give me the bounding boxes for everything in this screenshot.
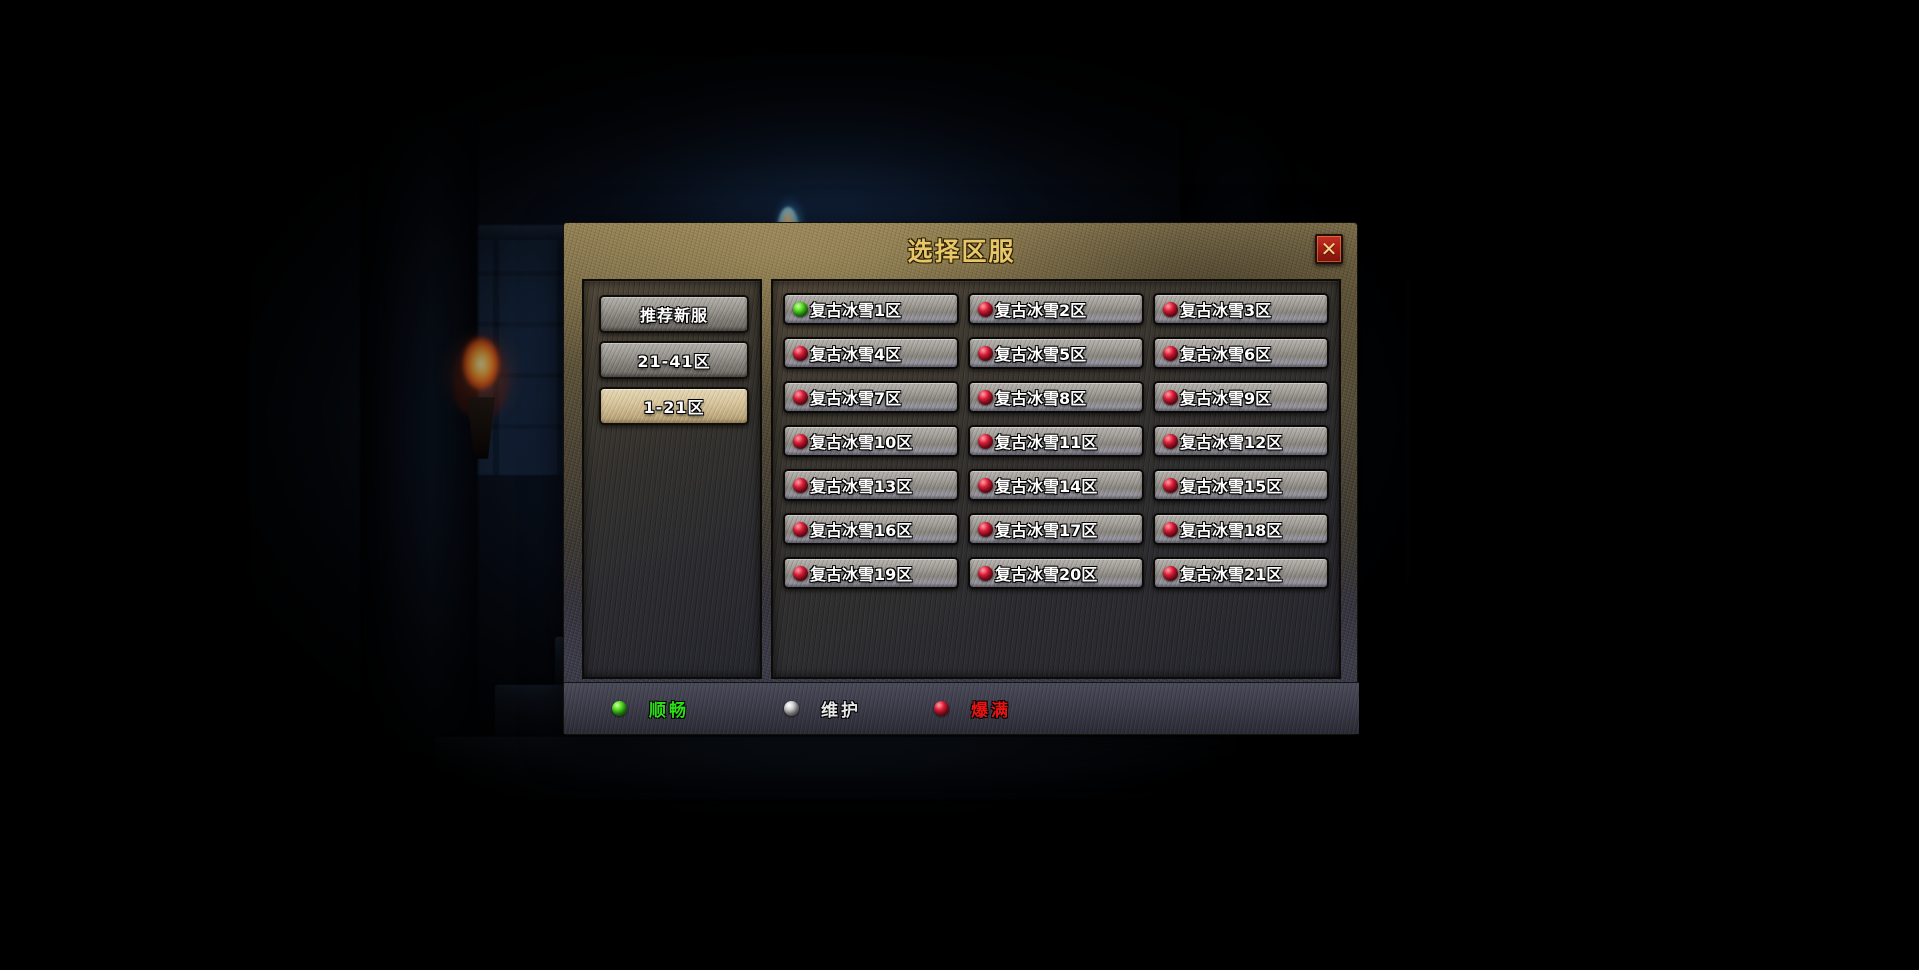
- status-dot-red-icon: [978, 521, 993, 537]
- server-name: 复古冰雪6区: [1180, 345, 1272, 364]
- server-name: 复古冰雪19区: [810, 565, 913, 584]
- status-dot-red-icon: [1163, 389, 1178, 405]
- server-button[interactable]: 复古冰雪1区: [783, 293, 959, 325]
- server-button[interactable]: 复古冰雪5区: [968, 337, 1144, 369]
- server-button[interactable]: 复古冰雪18区: [1153, 513, 1329, 545]
- legend-label: 维护: [821, 701, 861, 721]
- left-brazier: [421, 305, 541, 459]
- status-dot-red-icon: [793, 521, 808, 537]
- server-name: 复古冰雪15区: [1180, 477, 1283, 496]
- server-button[interactable]: 复古冰雪9区: [1153, 381, 1329, 413]
- server-button[interactable]: 复古冰雪20区: [968, 557, 1144, 589]
- status-dot-red-icon: [978, 433, 993, 449]
- status-dot-red-icon: [1163, 565, 1178, 581]
- server-name: 复古冰雪3区: [1180, 301, 1272, 320]
- server-name: 复古冰雪4区: [810, 345, 902, 364]
- sidebar-item-range-1-21[interactable]: 1-21区: [599, 387, 749, 425]
- server-name: 复古冰雪8区: [995, 389, 1087, 408]
- server-button[interactable]: 复古冰雪21区: [1153, 557, 1329, 589]
- legend-item: 顺畅: [612, 696, 689, 721]
- close-icon: ✕: [1320, 237, 1338, 261]
- server-name: 复古冰雪17区: [995, 521, 1098, 540]
- server-name: 复古冰雪20区: [995, 565, 1098, 584]
- server-button[interactable]: 复古冰雪15区: [1153, 469, 1329, 501]
- status-dot-red-icon: [1163, 345, 1178, 361]
- server-button[interactable]: 复古冰雪6区: [1153, 337, 1329, 369]
- server-button[interactable]: 复古冰雪14区: [968, 469, 1144, 501]
- sidebar-item-label: 21-41区: [637, 352, 711, 371]
- legend-item: 爆满: [934, 696, 1011, 721]
- server-name: 复古冰雪14区: [995, 477, 1098, 496]
- sidebar-item-label: 推荐新服: [639, 306, 708, 325]
- status-dot-silver-icon: [784, 701, 799, 716]
- server-name: 复古冰雪21区: [1180, 565, 1283, 584]
- server-name: 复古冰雪16区: [810, 521, 913, 540]
- server-button[interactable]: 复古冰雪11区: [968, 425, 1144, 457]
- server-name: 复古冰雪12区: [1180, 433, 1283, 452]
- status-dot-red-icon: [978, 301, 993, 317]
- status-legend: 顺畅 维护 爆满: [564, 682, 1359, 734]
- server-button[interactable]: 复古冰雪4区: [783, 337, 959, 369]
- server-name: 复古冰雪1区: [810, 301, 902, 320]
- server-name: 复古冰雪18区: [1180, 521, 1283, 540]
- status-dot-red-icon: [793, 477, 808, 493]
- server-button[interactable]: 复古冰雪12区: [1153, 425, 1329, 457]
- server-name: 复古冰雪10区: [810, 433, 913, 452]
- status-dot-red-icon: [793, 433, 808, 449]
- legend-label: 爆满: [971, 701, 1011, 721]
- server-name: 复古冰雪7区: [810, 389, 902, 408]
- status-dot-red-icon: [978, 477, 993, 493]
- server-button[interactable]: 复古冰雪2区: [968, 293, 1144, 325]
- server-button[interactable]: 复古冰雪13区: [783, 469, 959, 501]
- page-title: 选择区服: [907, 237, 1016, 266]
- server-name: 复古冰雪9区: [1180, 389, 1272, 408]
- sidebar-item-range-21-41[interactable]: 21-41区: [599, 341, 749, 379]
- server-button[interactable]: 复古冰雪8区: [968, 381, 1144, 413]
- legend-item: 维护: [784, 696, 861, 721]
- status-dot-green-icon: [793, 301, 808, 317]
- game-screen: 选择区服 ✕ 推荐新服 21-41区 1-21区 复古冰雪1区 复古冰雪2区 复古冰…: [0, 0, 1919, 970]
- server-name: 复古冰雪11区: [995, 433, 1098, 452]
- sidebar-item-recommended[interactable]: 推荐新服: [599, 295, 749, 333]
- dialog-title-bar: 选择区服 ✕: [564, 223, 1359, 275]
- server-button[interactable]: 复古冰雪3区: [1153, 293, 1329, 325]
- step: [435, 737, 1235, 799]
- legend-label: 顺畅: [649, 701, 689, 721]
- status-dot-red-icon: [978, 565, 993, 581]
- server-name: 复古冰雪13区: [810, 477, 913, 496]
- server-name: 复古冰雪2区: [995, 301, 1087, 320]
- server-grid: 复古冰雪1区 复古冰雪2区 复古冰雪3区 复古冰雪4区 复古冰雪5区 复古冰雪6区 复古冰雪…: [781, 291, 1335, 673]
- server-button[interactable]: 复古冰雪19区: [783, 557, 959, 589]
- status-dot-red-icon: [1163, 521, 1178, 537]
- status-dot-red-icon: [793, 389, 808, 405]
- sidebar-item-label: 1-21区: [643, 398, 705, 417]
- servers-panel: 复古冰雪1区 复古冰雪2区 复古冰雪3区 复古冰雪4区 复古冰雪5区 复古冰雪6区 复古冰雪…: [771, 279, 1341, 679]
- status-dot-red-icon: [793, 565, 808, 581]
- close-button[interactable]: ✕: [1315, 234, 1343, 264]
- server-button[interactable]: 复古冰雪7区: [783, 381, 959, 413]
- sidebar-panel: 推荐新服 21-41区 1-21区: [582, 279, 762, 679]
- status-dot-red-icon: [934, 701, 949, 716]
- server-button[interactable]: 复古冰雪17区: [968, 513, 1144, 545]
- status-dot-red-icon: [978, 389, 993, 405]
- status-dot-red-icon: [1163, 301, 1178, 317]
- server-name: 复古冰雪5区: [995, 345, 1087, 364]
- server-button[interactable]: 复古冰雪16区: [783, 513, 959, 545]
- server-select-dialog: 选择区服 ✕ 推荐新服 21-41区 1-21区 复古冰雪1区 复古冰雪2区 复古冰…: [563, 222, 1359, 735]
- status-dot-red-icon: [978, 345, 993, 361]
- server-button[interactable]: 复古冰雪10区: [783, 425, 959, 457]
- status-dot-red-icon: [1163, 433, 1178, 449]
- status-dot-green-icon: [612, 701, 627, 716]
- status-dot-red-icon: [793, 345, 808, 361]
- status-dot-red-icon: [1163, 477, 1178, 493]
